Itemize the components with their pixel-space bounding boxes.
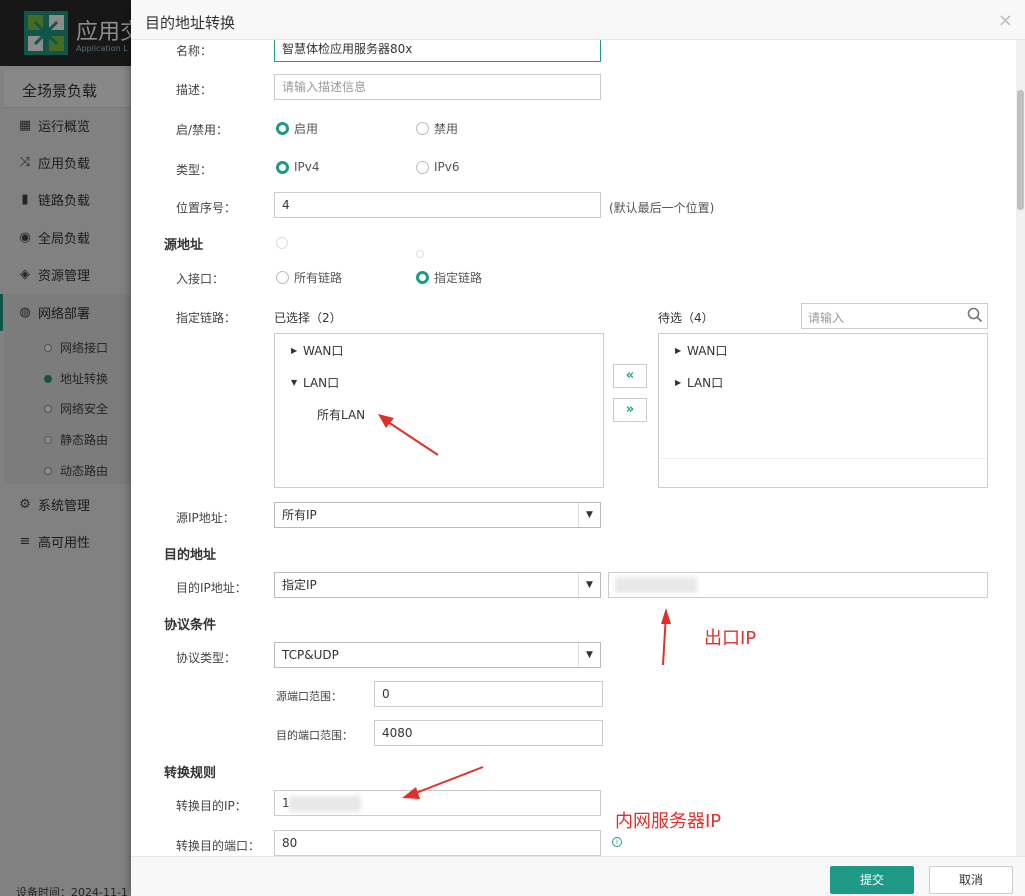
source-section-title: 源地址 (164, 238, 204, 253)
type-label: 类型： (176, 163, 213, 177)
pending-list[interactable]: ▶ WAN口 ▶ LAN口 (658, 333, 988, 488)
move-right-button[interactable]: » (613, 398, 647, 422)
src-port-input[interactable]: 0 (374, 681, 603, 707)
ghost-radio (416, 250, 424, 258)
redacted-ip (615, 577, 697, 593)
pending-item-lan[interactable]: ▶ LAN口 (675, 374, 723, 391)
protocol-type-label: 协议类型： (176, 651, 237, 665)
rule-port-input[interactable]: 80 (274, 830, 601, 856)
src-ip-label: 源IP地址： (176, 511, 235, 525)
search-icon[interactable] (967, 307, 983, 323)
protocol-type-select[interactable]: TCP&UDP ▼ (274, 642, 601, 668)
cancel-button[interactable]: 取消 (929, 866, 1013, 894)
ipv4-radio[interactable]: IPv4 (276, 160, 320, 174)
caret-right-icon[interactable]: ▶ (291, 346, 301, 355)
rule-ip-label: 转换目的IP： (176, 799, 247, 813)
pending-search[interactable]: 请输入 (801, 303, 988, 329)
dialog-title: 目的地址转换 (145, 14, 236, 32)
submit-button[interactable]: 提交 (830, 866, 914, 894)
rule-port-label: 转换目的端口： (176, 839, 261, 853)
annotation-internal-ip: 内网服务器IP (615, 811, 722, 832)
inbound-specific-radio[interactable]: 指定链路 (416, 269, 482, 286)
info-icon[interactable]: i (612, 837, 622, 847)
pending-item-wan[interactable]: ▶ WAN口 (675, 342, 727, 359)
selected-item-all-lan[interactable]: 所有LAN (317, 406, 365, 423)
ipv6-radio[interactable]: IPv6 (416, 160, 460, 174)
ghost-radio (276, 237, 288, 249)
protocol-section-title: 协议条件 (164, 618, 217, 633)
move-left-button[interactable]: « (613, 364, 647, 388)
dest-section-title: 目的地址 (164, 548, 217, 563)
rule-section-title: 转换规则 (164, 766, 217, 781)
enable-label: 启/禁用： (176, 123, 229, 137)
close-icon[interactable]: × (998, 10, 1013, 31)
desc-label: 描述： (176, 83, 213, 97)
caret-right-icon[interactable]: ▶ (675, 346, 685, 355)
scrollbar[interactable] (1016, 40, 1025, 856)
position-input[interactable]: 4 (274, 192, 601, 218)
caret-right-icon[interactable]: ▶ (675, 378, 685, 387)
annotation-exit-ip: 出口IP (704, 628, 757, 649)
chevron-down-icon[interactable]: ▼ (578, 503, 600, 527)
dst-port-label: 目的端口范围： (276, 729, 353, 742)
chevron-down-icon[interactable]: ▼ (578, 573, 600, 597)
src-ip-select[interactable]: 所有IP ▼ (274, 502, 601, 528)
name-label: 名称： (176, 44, 213, 58)
inbound-all-radio[interactable]: 所有链路 (276, 269, 342, 286)
redacted-ip (289, 796, 361, 812)
scrollbar-thumb[interactable] (1017, 90, 1024, 210)
chevron-down-icon[interactable]: ▼ (578, 643, 600, 667)
dest-ip-select[interactable]: 指定IP ▼ (274, 572, 601, 598)
selected-item-lan[interactable]: ▼ LAN口 (291, 374, 339, 391)
pending-title: 待选（4） (658, 311, 714, 325)
position-label: 位置序号： (176, 201, 237, 215)
dnat-dialog: 目的地址转换 × 名称： 智慧体检应用服务器80x 描述： 请输入描述信息 启/… (131, 0, 1025, 896)
enable-radio[interactable]: 启用 (276, 120, 318, 137)
dest-ip-label: 目的IP地址： (176, 581, 247, 595)
position-hint: (默认最后一个位置) (609, 201, 715, 215)
disable-radio[interactable]: 禁用 (416, 120, 458, 137)
desc-input[interactable]: 请输入描述信息 (274, 74, 601, 100)
dialog-body: 名称： 智慧体检应用服务器80x 描述： 请输入描述信息 启/禁用： 启用 禁用… (131, 40, 1025, 856)
selected-list[interactable]: ▶ WAN口 ▼ LAN口 所有LAN (274, 333, 604, 488)
name-input[interactable]: 智慧体检应用服务器80x (274, 40, 601, 62)
list-divider (659, 458, 987, 459)
dst-port-input[interactable]: 4080 (374, 720, 603, 746)
src-port-label: 源端口范围： (276, 690, 342, 703)
selected-item-wan[interactable]: ▶ WAN口 (291, 342, 343, 359)
inbound-label: 入接口： (176, 272, 225, 286)
search-input[interactable]: 请输入 (808, 309, 844, 326)
dialog-header: 目的地址转换 × (131, 0, 1025, 40)
link-label: 指定链路： (176, 311, 237, 325)
selected-title: 已选择（2） (274, 311, 342, 325)
caret-down-icon[interactable]: ▼ (291, 378, 301, 387)
